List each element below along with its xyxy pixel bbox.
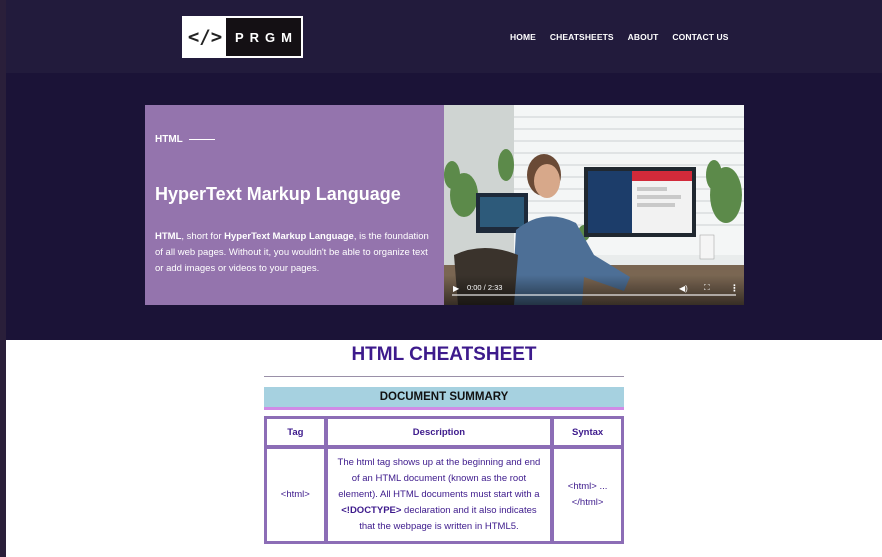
eyebrow-line [188, 139, 215, 140]
cell-syntax: <html> ... </html> [553, 448, 622, 542]
nav-contact-us[interactable]: CONTACT US [672, 32, 728, 42]
site-header: </> PRGM HOME CHEATSHEETS ABOUT CONTACT … [0, 0, 882, 73]
fullscreen-icon[interactable]: ⛶ [704, 283, 710, 293]
desc-bold-html: HTML [155, 231, 182, 242]
cheatsheet-title: HTML CHEATSHEET [351, 344, 537, 365]
video-time: 0:00 / 2:33 [467, 283, 503, 292]
video-progress[interactable] [452, 294, 736, 296]
hero-eyebrow: HTML [155, 134, 215, 145]
nav-cheatsheets[interactable]: CHEATSHEETS [550, 32, 614, 42]
site-logo[interactable]: </> PRGM [182, 16, 303, 58]
nav-about[interactable]: ABOUT [628, 32, 659, 42]
video-player[interactable]: ▶ 0:00 / 2:33 ◀) ⛶ ⋮ [444, 105, 744, 305]
more-icon[interactable]: ⋮ [730, 283, 739, 294]
video-controls: ▶ 0:00 / 2:33 ◀) ⛶ ⋮ [444, 275, 744, 305]
table-row: <html> The html tag shows up at the begi… [266, 448, 622, 542]
volume-icon[interactable]: ◀) [679, 284, 688, 293]
eyebrow-label: HTML [155, 134, 183, 145]
title-divider [264, 376, 624, 377]
hero-description: HTML, short for HyperText Markup Languag… [155, 229, 437, 277]
column-header-tag: Tag [266, 418, 325, 446]
column-header-description: Description [326, 418, 552, 446]
desc-text-1: , short for [181, 231, 225, 242]
logo-text: PRGM [226, 18, 301, 56]
desc-text: The html tag shows up at the beginning a… [337, 457, 541, 500]
cheatsheet-section: HTML CHEATSHEET DOCUMENT SUMMARY Tag Des… [6, 340, 882, 557]
cell-description: The html tag shows up at the beginning a… [326, 448, 552, 542]
table-header-row: Tag Description Syntax [266, 418, 622, 446]
column-header-syntax: Syntax [553, 418, 622, 446]
hero-card: HTML HyperText Markup Language HTML, sho… [145, 105, 444, 305]
code-icon: </> [184, 18, 226, 56]
nav-home[interactable]: HOME [510, 32, 536, 42]
cheatsheet-table: Tag Description Syntax <html> The html t… [264, 416, 624, 544]
main-nav: HOME CHEATSHEETS ABOUT CONTACT US [510, 32, 729, 42]
section-header: DOCUMENT SUMMARY [264, 387, 624, 410]
play-icon[interactable]: ▶ [453, 284, 459, 293]
cell-tag: <html> [266, 448, 325, 542]
desc-bold-full: HyperText Markup Language [224, 231, 354, 242]
hero-title: HyperText Markup Language [155, 184, 401, 204]
desc-doctype: <!DOCTYPE> [341, 505, 402, 516]
left-edge-bar [0, 0, 6, 557]
